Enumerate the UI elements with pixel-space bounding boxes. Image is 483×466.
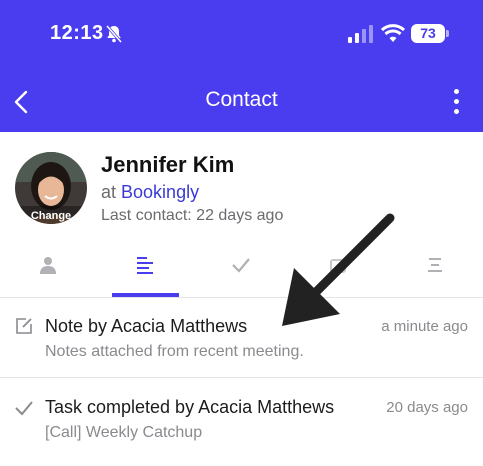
checkmark-icon	[232, 258, 250, 273]
notes-list-icon	[137, 257, 153, 274]
activity-row-note[interactable]: Note by Acacia Matthews a minute ago Not…	[0, 298, 483, 378]
activity-title: Note by Acacia Matthews	[45, 316, 248, 336]
activity-subtitle: Notes attached from recent meeting.	[45, 343, 304, 360]
tab-bar	[0, 240, 483, 298]
annotation-arrow-icon	[282, 213, 395, 326]
activity-title: Task completed by Acacia Matthews	[45, 397, 335, 417]
battery-indicator: 73	[411, 24, 445, 43]
avatar[interactable]: Change	[15, 152, 87, 224]
person-icon	[40, 257, 56, 274]
note-edit-icon	[16, 318, 32, 334]
summary-list-icon	[428, 258, 442, 272]
battery-nub	[446, 30, 449, 37]
company-link[interactable]: Bookingly	[121, 182, 199, 202]
active-tab-indicator	[112, 293, 179, 297]
contact-summary: Change Jennifer Kim at Bookingly Last co…	[0, 132, 483, 238]
tab-summary[interactable]	[387, 240, 483, 298]
activity-row-task[interactable]: Task completed by Acacia Matthews 20 day…	[0, 379, 483, 459]
last-contact: Last contact: 22 days ago	[101, 207, 284, 224]
activity-time: 20 days ago	[386, 399, 468, 416]
more-options-icon[interactable]	[448, 86, 466, 118]
app-header: 12:13 73 Contact	[0, 0, 483, 132]
activity-subtitle: [Call] Weekly Catchup	[45, 424, 203, 441]
tab-notes[interactable]	[97, 240, 193, 298]
status-time: 12:13	[50, 22, 104, 44]
checkmark-icon	[15, 401, 33, 416]
contact-name: Jennifer Kim	[101, 152, 235, 177]
signal-icon	[348, 25, 373, 43]
avatar-change-label: Change	[30, 210, 72, 222]
company-prefix: at	[101, 182, 117, 202]
page-title: Contact	[205, 88, 278, 111]
wifi-icon	[381, 24, 405, 42]
company-line: at Bookingly	[101, 182, 199, 203]
bell-muted-icon	[105, 25, 123, 43]
tab-profile[interactable]	[0, 240, 96, 298]
